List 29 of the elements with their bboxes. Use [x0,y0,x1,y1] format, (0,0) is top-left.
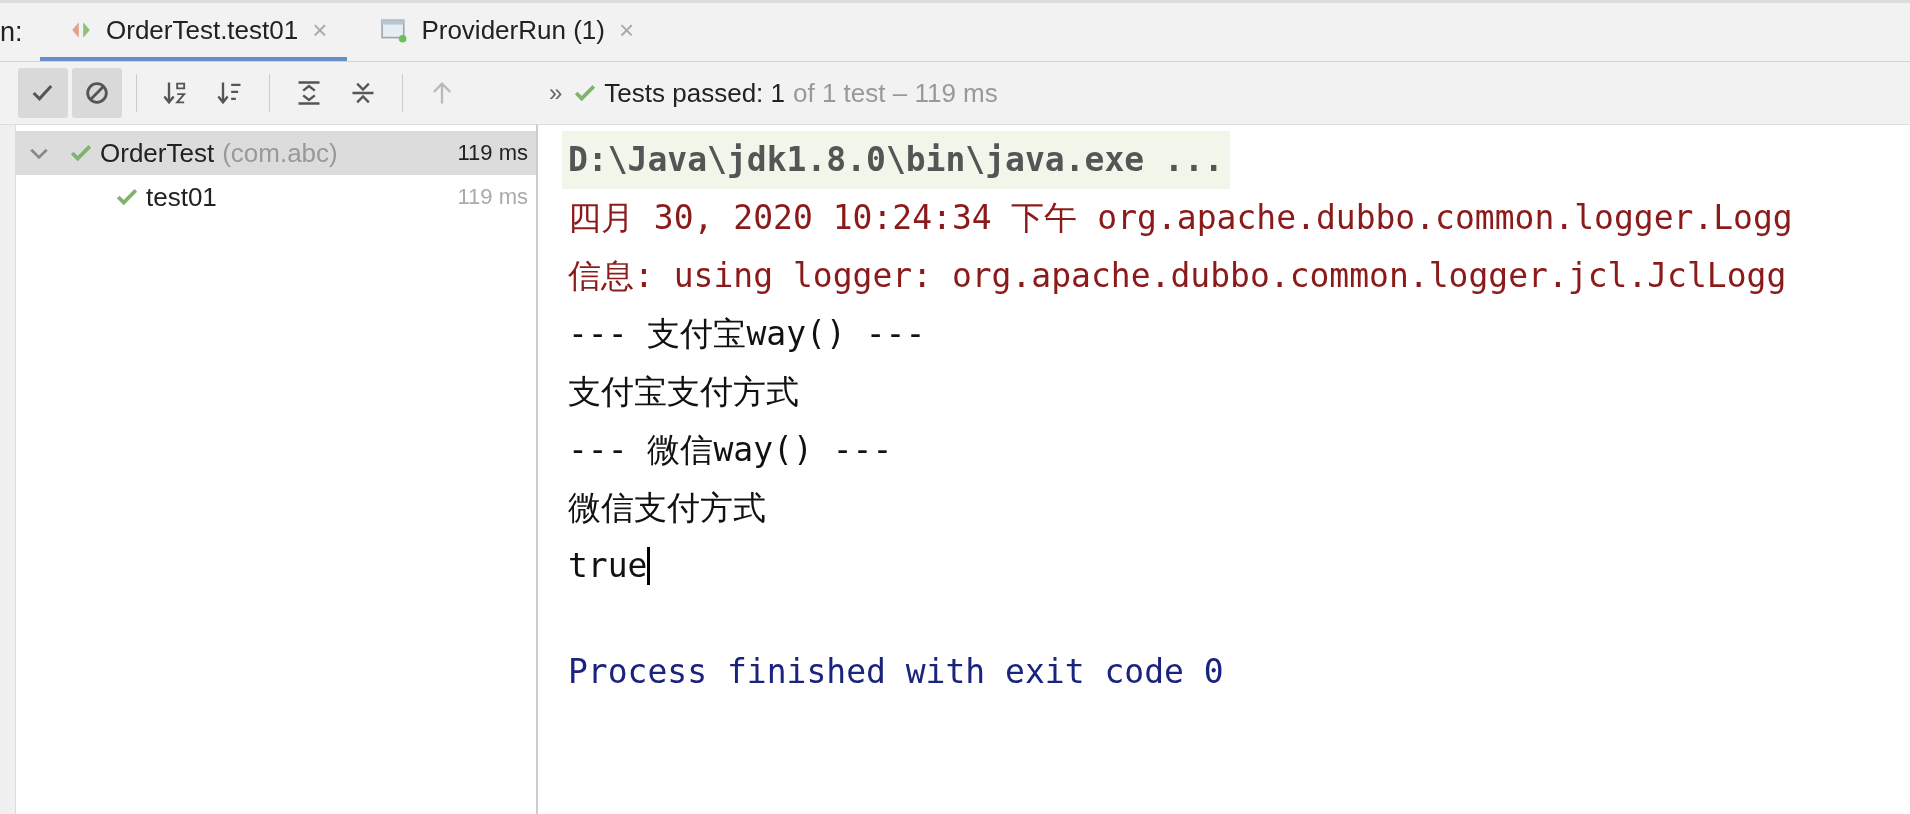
test-name: OrderTest [100,137,215,169]
test-name: test01 [146,181,217,213]
console-line: 支付宝支付方式 [568,371,799,413]
console-line: true [568,545,648,587]
more-button[interactable]: » [541,79,571,107]
tree-row[interactable]: test01 119 ms [16,175,536,219]
test-duration: 119 ms [457,140,528,166]
passed-icon [574,84,597,102]
run-tab[interactable]: ProviderRun (1) × [351,3,655,61]
tab-label: ProviderRun (1) [421,14,605,46]
test-duration: 119 ms [457,184,528,210]
console-line: --- 支付宝way() --- [568,313,926,355]
status-text: Tests passed: 1 [604,77,786,109]
console-line: Process finished with exit code 0 [568,651,1224,693]
status-detail: of 1 test – 119 ms [793,77,998,109]
console-line: 信息: using logger: org.apache.dubbo.common.logger.jcl.JclLogg [568,255,1787,297]
tree-row[interactable]: OrderTest (com.abc) 119 ms [16,131,536,175]
console-line: 微信支付方式 [568,487,766,529]
passed-icon [116,188,138,206]
run-label: n: [0,16,24,48]
prohibited-icon [83,79,111,107]
tab-label: OrderTest.test01 [106,14,299,46]
show-ignored-button[interactable] [72,68,122,118]
console-line: 四月 30, 2020 10:24:34 下午 org.apache.dubbo.common.logger.Logg [568,197,1793,239]
package-name: (com.abc) [222,137,338,169]
window-icon [381,17,408,43]
show-passed-button[interactable] [18,68,68,118]
console-line: --- 微信way() --- [568,429,893,471]
passed-icon [70,144,92,162]
